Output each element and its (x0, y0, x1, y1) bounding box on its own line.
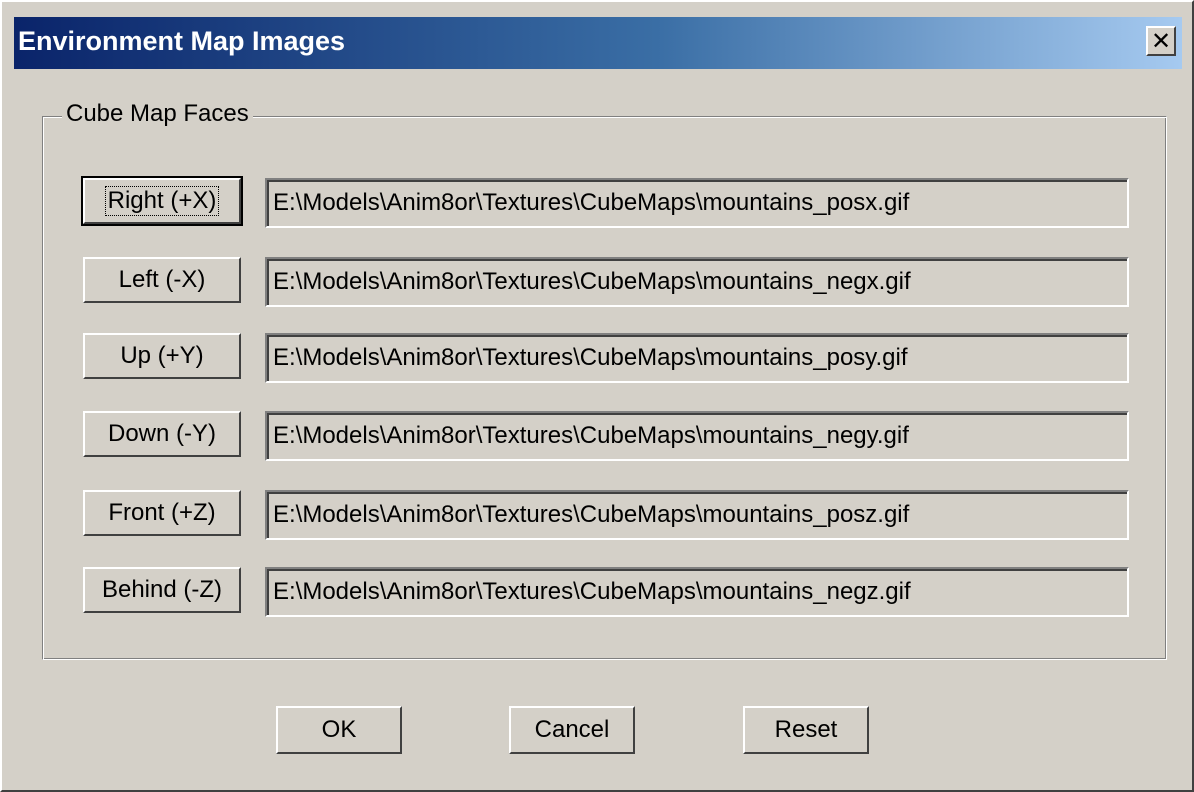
up-face-button[interactable]: Up (+Y) (83, 333, 241, 379)
up-face-path-field[interactable]: E:\Models\Anim8or\Textures\CubeMaps\moun… (265, 333, 1129, 383)
left-face-path-field[interactable]: E:\Models\Anim8or\Textures\CubeMaps\moun… (265, 257, 1129, 307)
ok-button[interactable]: OK (276, 706, 402, 754)
face-row-down: Down (-Y) E:\Models\Anim8or\Textures\Cub… (83, 411, 1133, 461)
face-row-left: Left (-X) E:\Models\Anim8or\Textures\Cub… (83, 257, 1133, 307)
cancel-button[interactable]: Cancel (509, 706, 635, 754)
title-bar[interactable]: Environment Map Images ✕ (14, 17, 1182, 69)
front-face-path-field[interactable]: E:\Models\Anim8or\Textures\CubeMaps\moun… (265, 490, 1129, 540)
reset-button[interactable]: Reset (743, 706, 869, 754)
right-face-path-field[interactable]: E:\Models\Anim8or\Textures\CubeMaps\moun… (265, 178, 1129, 228)
down-face-path-field[interactable]: E:\Models\Anim8or\Textures\CubeMaps\moun… (265, 411, 1129, 461)
down-face-button[interactable]: Down (-Y) (83, 411, 241, 457)
behind-face-path-field[interactable]: E:\Models\Anim8or\Textures\CubeMaps\moun… (265, 567, 1129, 617)
down-face-button-label: Down (-Y) (107, 420, 216, 447)
behind-face-button[interactable]: Behind (-Z) (83, 567, 241, 613)
reset-button-label: Reset (774, 716, 838, 743)
front-face-button[interactable]: Front (+Z) (83, 490, 241, 536)
group-legend: Cube Map Faces (62, 100, 253, 128)
left-face-button-label: Left (-X) (118, 266, 206, 293)
up-face-button-label: Up (+Y) (120, 342, 204, 369)
right-face-button[interactable]: Right (+X) (81, 176, 243, 226)
ok-button-label: OK (321, 716, 357, 743)
face-row-right: Right (+X) E:\Models\Anim8or\Textures\Cu… (81, 176, 1133, 228)
right-face-button-label: Right (+X) (104, 186, 220, 216)
left-face-button[interactable]: Left (-X) (83, 257, 241, 303)
front-face-button-label: Front (+Z) (108, 499, 216, 526)
behind-face-button-label: Behind (-Z) (101, 576, 223, 603)
close-icon: ✕ (1150, 27, 1172, 55)
dialog-title: Environment Map Images (18, 26, 346, 56)
face-row-behind: Behind (-Z) E:\Models\Anim8or\Textures\C… (83, 567, 1133, 617)
close-button[interactable]: ✕ (1146, 26, 1176, 56)
face-row-front: Front (+Z) E:\Models\Anim8or\Textures\Cu… (83, 490, 1133, 540)
cancel-button-label: Cancel (534, 716, 610, 743)
face-row-up: Up (+Y) E:\Models\Anim8or\Textures\CubeM… (83, 333, 1133, 383)
